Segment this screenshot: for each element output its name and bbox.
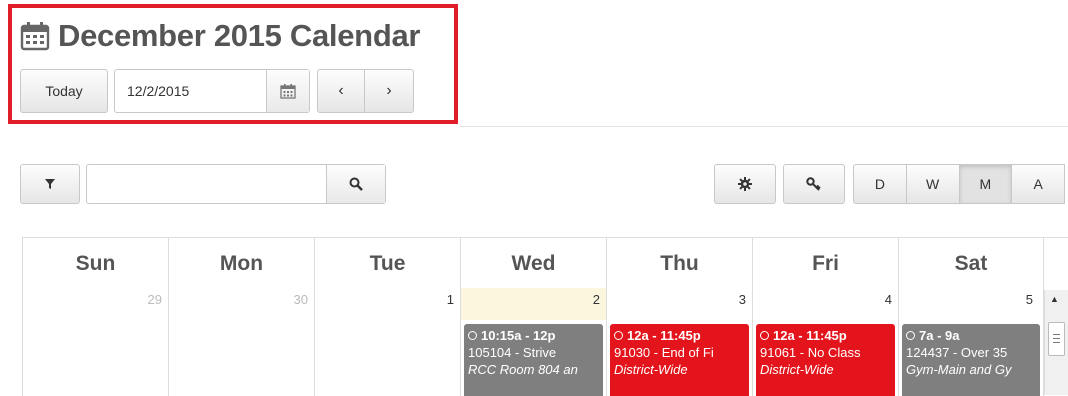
calendar-icon bbox=[280, 84, 296, 99]
day-column-sun[interactable]: Sun 29 bbox=[22, 238, 168, 396]
event-location: RCC Room 804 an bbox=[468, 362, 578, 377]
key-icon bbox=[806, 177, 821, 191]
day-column-mon[interactable]: Mon 30 bbox=[168, 238, 314, 396]
day-number[interactable]: 3 bbox=[739, 292, 746, 307]
scrollbar[interactable]: ▲ bbox=[1044, 290, 1068, 395]
day-column-tue[interactable]: Tue 1 bbox=[314, 238, 460, 396]
today-highlight bbox=[461, 288, 606, 320]
weekday-header: Fri bbox=[812, 252, 839, 275]
event-time: 12a - 11:45p bbox=[773, 328, 847, 343]
date-picker-button[interactable] bbox=[266, 70, 309, 112]
event-time: 10:15a - 12p bbox=[481, 328, 556, 343]
view-day-button[interactable]: D bbox=[853, 164, 907, 204]
day-column-sat[interactable]: Sat 5 7a - 9a 124437 - Over 35 Gym-Main … bbox=[898, 238, 1044, 396]
event-time: 7a - 9a bbox=[919, 328, 960, 343]
day-column-fri[interactable]: Fri 4 12a - 11:45p 91061 - No Class Dist… bbox=[752, 238, 898, 396]
event-name: 91061 - No Class bbox=[760, 345, 861, 360]
chevron-left-icon: ‹ bbox=[338, 82, 344, 99]
event-location: District-Wide bbox=[614, 362, 688, 377]
search-icon bbox=[349, 177, 363, 191]
day-column-wed[interactable]: Wed 2 10:15a - 12p 105104 - Strive RCC R… bbox=[460, 238, 606, 396]
prev-button[interactable]: ‹ bbox=[317, 69, 365, 113]
filter-button[interactable] bbox=[20, 164, 80, 204]
clock-icon bbox=[468, 331, 477, 340]
page-title: December 2015 Calendar bbox=[20, 16, 420, 56]
weekday-header: Wed bbox=[511, 252, 556, 275]
view-month-button[interactable]: M bbox=[958, 164, 1013, 204]
search-button[interactable] bbox=[326, 165, 385, 203]
weekday-header: Sun bbox=[75, 252, 116, 275]
day-number[interactable]: 4 bbox=[885, 292, 892, 307]
calendar-icon bbox=[20, 22, 50, 51]
weekday-header: Mon bbox=[219, 252, 264, 275]
settings-button[interactable] bbox=[714, 164, 776, 204]
search-box bbox=[86, 164, 386, 204]
scrollbar-thumb[interactable] bbox=[1048, 322, 1065, 356]
chevron-right-icon: › bbox=[386, 82, 392, 99]
view-agenda-button[interactable]: A bbox=[1011, 164, 1065, 204]
clock-icon bbox=[760, 331, 769, 340]
calendar-event[interactable]: 12a - 11:45p 91061 - No Class District-W… bbox=[756, 324, 895, 396]
calendar-event[interactable]: 10:15a - 12p 105104 - Strive RCC Room 80… bbox=[464, 324, 603, 396]
date-picker: 12/2/2015 bbox=[114, 69, 310, 113]
clock-icon bbox=[906, 331, 915, 340]
event-location: District-Wide bbox=[760, 362, 834, 377]
day-number[interactable]: 1 bbox=[447, 292, 454, 307]
view-week-button[interactable]: W bbox=[905, 164, 960, 204]
weekday-header: Tue bbox=[369, 252, 406, 275]
today-button[interactable]: Today bbox=[20, 69, 108, 113]
date-input[interactable]: 12/2/2015 bbox=[115, 83, 266, 99]
clock-icon bbox=[614, 331, 623, 340]
event-time: 12a - 11:45p bbox=[627, 328, 701, 343]
event-location: Gym-Main and Gy bbox=[906, 362, 1012, 377]
next-button[interactable]: › bbox=[364, 69, 414, 113]
view-switcher: D W M A bbox=[853, 164, 1068, 204]
calendar-grid: Sun 29 Mon 30 Tue 1 Wed 2 10:15a - 12p 1… bbox=[22, 237, 1068, 396]
event-name: 105104 - Strive bbox=[468, 345, 557, 360]
gear-icon bbox=[738, 177, 752, 191]
key-button[interactable] bbox=[783, 164, 845, 204]
day-number[interactable]: 29 bbox=[148, 292, 162, 307]
calendar-event[interactable]: 7a - 9a 124437 - Over 35 Gym-Main and Gy bbox=[902, 324, 1040, 396]
weekday-header: Thu bbox=[660, 252, 699, 275]
header-divider bbox=[460, 126, 1068, 127]
filter-icon bbox=[45, 179, 55, 189]
calendar-event[interactable]: 12a - 11:45p 91030 - End of Fi District-… bbox=[610, 324, 749, 396]
weekday-header: Sat bbox=[954, 252, 988, 275]
event-name: 91030 - End of Fi bbox=[614, 345, 714, 360]
scroll-up-icon[interactable]: ▲ bbox=[1050, 294, 1059, 304]
day-number[interactable]: 2 bbox=[593, 292, 600, 307]
day-column-thu[interactable]: Thu 3 12a - 11:45p 91030 - End of Fi Dis… bbox=[606, 238, 752, 396]
event-name: 124437 - Over 35 bbox=[906, 345, 1008, 360]
page-title-text: December 2015 Calendar bbox=[58, 18, 421, 53]
day-number[interactable]: 5 bbox=[1026, 292, 1033, 307]
day-number[interactable]: 30 bbox=[294, 292, 308, 307]
